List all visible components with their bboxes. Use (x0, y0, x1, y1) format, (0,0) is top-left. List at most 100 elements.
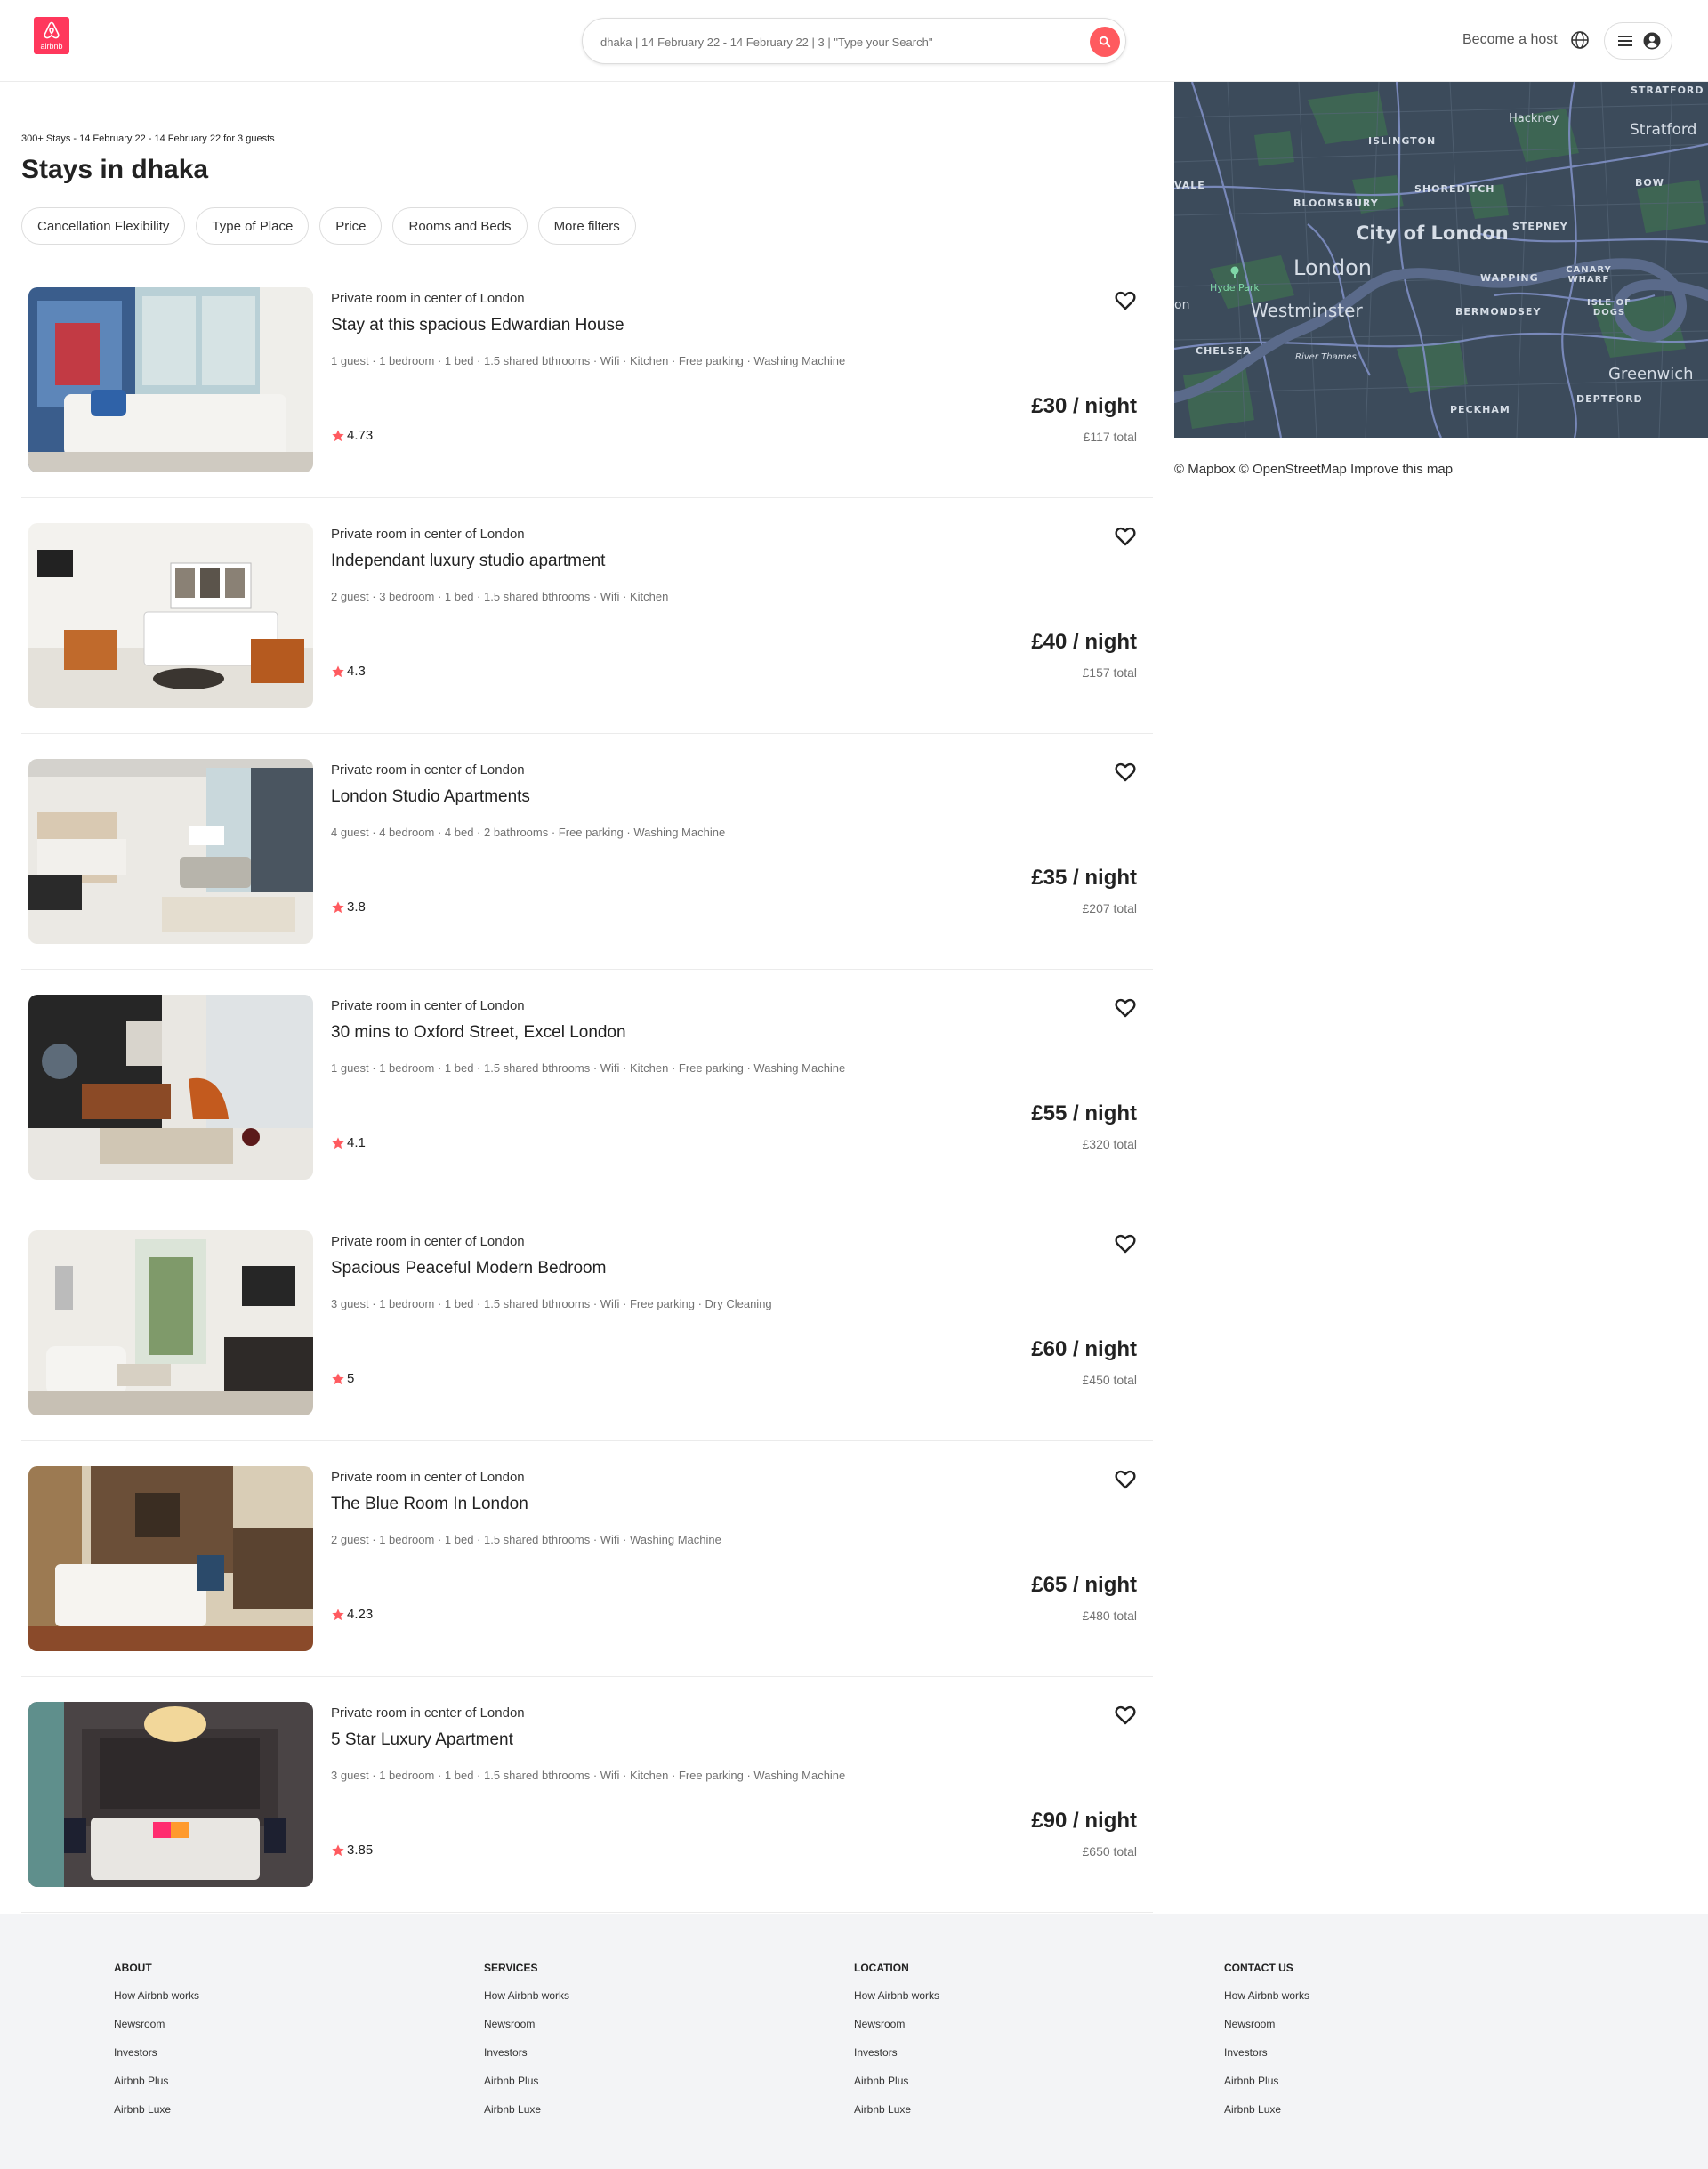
footer-link[interactable]: Airbnb Plus (854, 2075, 939, 2103)
map-label-wapping: WAPPING (1480, 272, 1539, 284)
heart-icon[interactable] (1114, 996, 1137, 1020)
site-header: airbnb Become a host (0, 0, 1708, 82)
listing-photo[interactable] (28, 287, 313, 472)
footer-link[interactable]: How Airbnb works (854, 1989, 939, 2018)
listing-subtitle: Private room in center of London (331, 998, 525, 1013)
filter-cancellation-flexibility[interactable]: Cancellation Flexibility (21, 207, 186, 245)
heart-icon[interactable] (1114, 761, 1137, 784)
map-label-stepney: STEPNEY (1512, 221, 1568, 232)
site-footer: ABOUT How Airbnb works Newsroom Investor… (0, 1914, 1708, 2169)
listing-amenities: 1 guest · 1 bedroom · 1 bed · 1.5 shared… (331, 1061, 846, 1075)
listing-rating: 4.3 (331, 664, 366, 679)
filter-price[interactable]: Price (319, 207, 383, 245)
footer-link[interactable]: Newsroom (484, 2018, 569, 2046)
listing-title[interactable]: Stay at this spacious Edwardian House (331, 316, 624, 335)
footer-link[interactable]: Airbnb Plus (114, 2075, 199, 2103)
footer-heading: CONTACT US (1224, 1962, 1293, 1974)
globe-icon[interactable] (1570, 30, 1590, 50)
listing-title[interactable]: 30 mins to Oxford Street, Excel London (331, 1023, 626, 1043)
map[interactable]: STRATFORD Stratford Hackney ISLINGTON VA… (1174, 82, 1708, 438)
footer-link[interactable]: Investors (854, 2046, 939, 2075)
map-label-city-of-london: City of London (1356, 222, 1509, 244)
filter-more-filters[interactable]: More filters (537, 207, 636, 245)
footer-link[interactable]: How Airbnb works (1224, 1989, 1309, 2018)
listing-photo[interactable] (28, 1702, 313, 1887)
footer-link[interactable]: Airbnb Luxe (1224, 2103, 1309, 2132)
listing-title[interactable]: 5 Star Luxury Apartment (331, 1730, 513, 1750)
listing-photo[interactable] (28, 1230, 313, 1415)
map-streets (1174, 82, 1708, 438)
map-label-bermondsey: BERMONDSEY (1455, 306, 1542, 318)
footer-link[interactable]: Investors (114, 2046, 199, 2075)
listing-photo[interactable] (28, 759, 313, 944)
listing-subtitle: Private room in center of London (331, 1234, 525, 1249)
footer-link[interactable]: Airbnb Plus (1224, 2075, 1309, 2103)
map-label-hackney: Hackney (1509, 112, 1559, 125)
footer-column-location: LOCATION How Airbnb works Newsroom Inves… (854, 1962, 939, 2132)
become-host-link[interactable]: Become a host (1462, 32, 1558, 48)
search-button[interactable] (1090, 27, 1120, 57)
footer-link[interactable]: Newsroom (1224, 2018, 1309, 2046)
user-menu-button[interactable] (1604, 22, 1672, 60)
listing-title[interactable]: Independant luxury studio apartment (331, 552, 605, 571)
listing-card[interactable]: Private room in center of London Stay at… (21, 262, 1153, 498)
star-icon (332, 1843, 344, 1856)
footer-link[interactable]: Airbnb Luxe (854, 2103, 939, 2132)
listing-total: £157 total (1082, 665, 1138, 680)
footer-link[interactable]: Airbnb Luxe (114, 2103, 199, 2132)
listing-rating: 3.85 (331, 1842, 373, 1858)
listing-card[interactable]: Private room in center of London The Blu… (21, 1441, 1153, 1677)
footer-link[interactable]: Investors (1224, 2046, 1309, 2075)
listing-photo[interactable] (28, 523, 313, 708)
listing-amenities: 3 guest · 1 bedroom · 1 bed · 1.5 shared… (331, 1769, 846, 1782)
heart-icon[interactable] (1114, 1232, 1137, 1255)
star-icon (332, 429, 344, 441)
rating-value: 4.23 (347, 1607, 374, 1622)
heart-icon[interactable] (1114, 289, 1137, 312)
footer-link[interactable]: How Airbnb works (114, 1989, 199, 2018)
star-icon (332, 1136, 344, 1149)
map-attribution[interactable]: © Mapbox © OpenStreetMap Improve this ma… (1174, 462, 1453, 477)
map-label-hyde-park: Hyde Park (1210, 282, 1260, 294)
star-icon (332, 1608, 344, 1620)
filter-type-of-place[interactable]: Type of Place (196, 207, 310, 245)
heart-icon[interactable] (1114, 1704, 1137, 1727)
heart-icon[interactable] (1114, 525, 1137, 548)
map-label-vale: VALE (1174, 180, 1205, 191)
listing-total: £650 total (1082, 1844, 1138, 1859)
filter-rooms-and-beds[interactable]: Rooms and Beds (392, 207, 528, 245)
airbnb-logo[interactable]: airbnb (34, 17, 69, 54)
rating-value: 3.85 (347, 1842, 374, 1858)
listing-card[interactable]: Private room in center of London 5 Star … (21, 1677, 1153, 1913)
listing-card[interactable]: Private room in center of London Spaciou… (21, 1205, 1153, 1441)
footer-link[interactable]: Airbnb Luxe (484, 2103, 569, 2132)
footer-link[interactable]: Newsroom (114, 2018, 199, 2046)
listing-photo[interactable] (28, 1466, 313, 1651)
star-icon (332, 1372, 344, 1384)
map-label-river-thames: River Thames (1295, 352, 1357, 362)
heart-icon[interactable] (1114, 1468, 1137, 1491)
search-bar[interactable] (582, 18, 1126, 64)
map-label-westminster: Westminster (1251, 300, 1363, 321)
menu-icon (1618, 36, 1632, 46)
footer-link[interactable]: How Airbnb works (484, 1989, 569, 2018)
footer-link[interactable]: Newsroom (854, 2018, 939, 2046)
listing-price: £65 / night (1031, 1573, 1137, 1597)
listing-title[interactable]: The Blue Room In London (331, 1495, 528, 1514)
footer-column-contact: CONTACT US How Airbnb works Newsroom Inv… (1224, 1962, 1309, 2132)
rating-value: 3.8 (347, 899, 366, 915)
listing-card[interactable]: Private room in center of London 30 mins… (21, 970, 1153, 1205)
listing-photo[interactable] (28, 995, 313, 1180)
star-icon (332, 900, 344, 913)
listing-card[interactable]: Private room in center of London Indepen… (21, 498, 1153, 734)
search-input[interactable] (600, 31, 1063, 52)
listing-subtitle: Private room in center of London (331, 291, 525, 306)
map-label-stratford: Stratford (1630, 121, 1697, 139)
listing-card[interactable]: Private room in center of London London … (21, 734, 1153, 970)
footer-link[interactable]: Investors (484, 2046, 569, 2075)
listing-amenities: 4 guest · 4 bedroom · 4 bed · 2 bathroom… (331, 826, 726, 839)
footer-link[interactable]: Airbnb Plus (484, 2075, 569, 2103)
listing-title[interactable]: London Studio Apartments (331, 787, 530, 807)
listing-title[interactable]: Spacious Peaceful Modern Bedroom (331, 1259, 606, 1278)
map-label-peckham: PECKHAM (1450, 404, 1511, 415)
